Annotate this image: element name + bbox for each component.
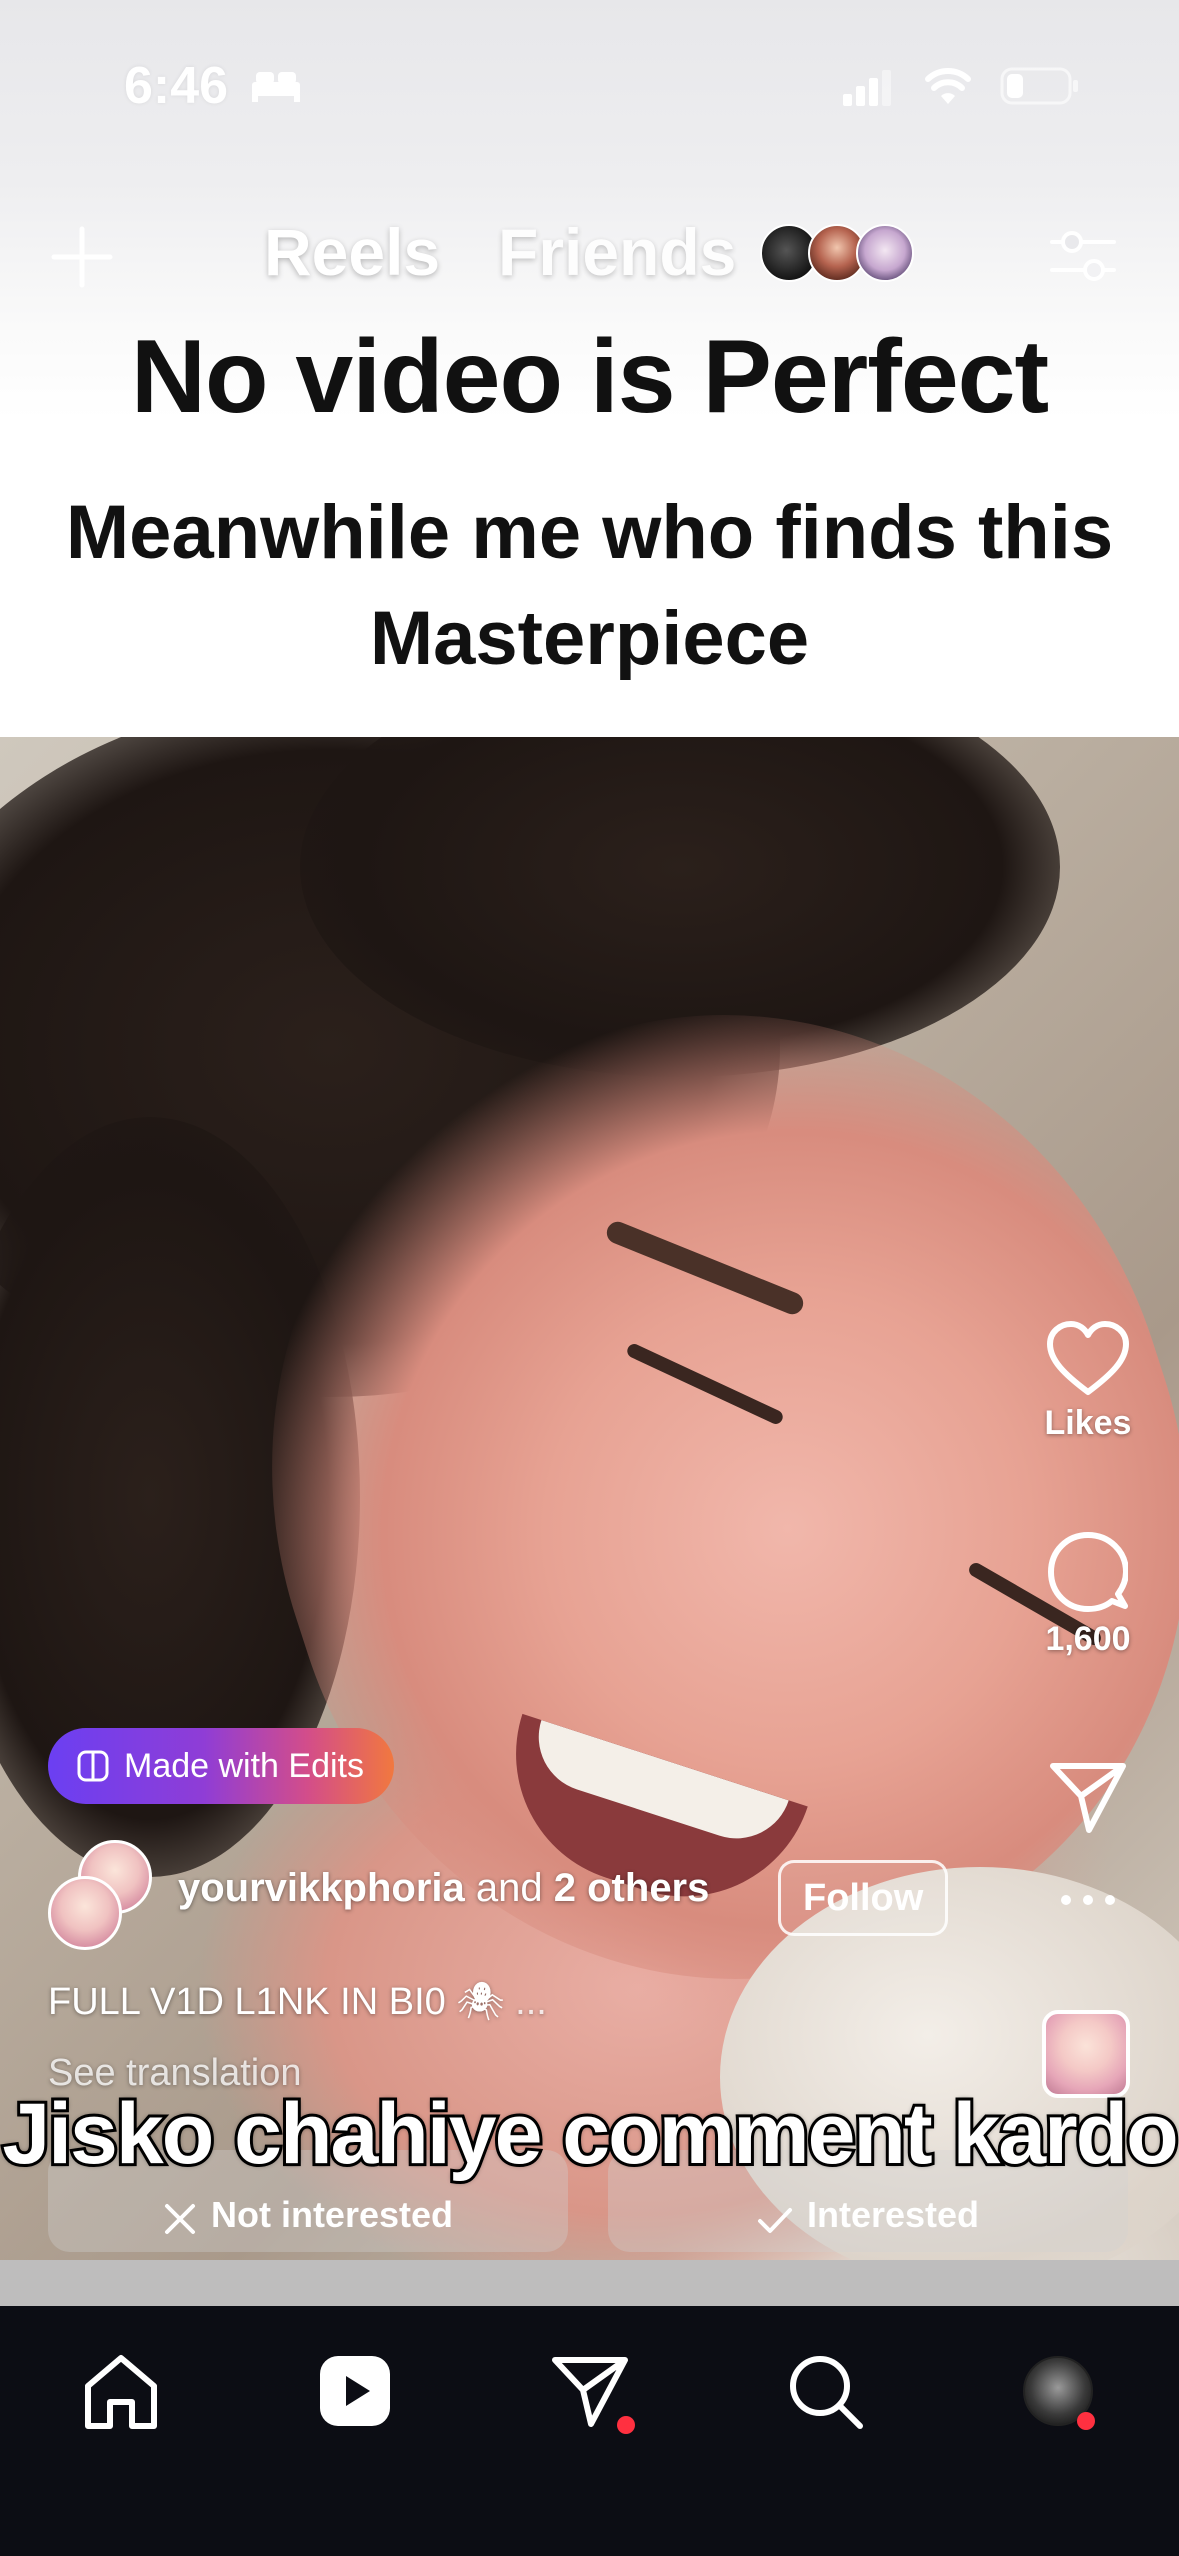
heart-icon [1047, 1321, 1129, 1395]
share-button[interactable] [1030, 1760, 1146, 1834]
reels-icon[interactable] [310, 2346, 400, 2436]
spider-emoji: 🕷 [456, 1981, 505, 2023]
author-username[interactable]: yourvikkphoria [178, 1866, 465, 1910]
edits-label: Made with Edits [124, 1746, 364, 1785]
close-icon [164, 2204, 195, 2234]
tab-reels[interactable]: Reels [264, 214, 440, 290]
comment-count: 1,600 [1045, 1620, 1131, 1658]
video-frame[interactable] [0, 737, 1179, 2260]
author-avatars[interactable] [48, 1840, 168, 1950]
status-time: 6:46 [124, 57, 229, 115]
status-bar: 6:46 [0, 0, 1179, 120]
made-with-edits-pill[interactable]: Made with Edits [48, 1728, 394, 1804]
reels-screen: No video is Perfect Meanwhile me who fin… [0, 0, 1179, 2556]
author-others[interactable]: 2 others [554, 1866, 710, 1910]
description-text: FULL V1D L1NK IN BI0 [48, 1981, 446, 2023]
sleep-focus-icon [252, 72, 300, 102]
direct-messages-button[interactable] [545, 2346, 635, 2436]
home-icon[interactable] [76, 2346, 166, 2436]
author-row: yourvikkphoria and 2 others Follow [48, 1840, 1008, 1950]
plus-icon[interactable] [50, 225, 114, 289]
wifi-icon [925, 68, 971, 104]
like-button[interactable]: Likes [1030, 1320, 1146, 1443]
check-icon [757, 2208, 792, 2233]
not-interested-label: Not interested [210, 2194, 454, 2235]
send-icon [1050, 1763, 1126, 1833]
notification-dot [617, 2416, 635, 2434]
reels-top-nav: Reels Friends [0, 200, 1179, 310]
follow-button[interactable]: Follow [778, 1860, 949, 1936]
filter-sliders-icon[interactable] [1048, 224, 1118, 288]
author-and: and [475, 1866, 543, 1910]
bottom-nav [0, 2306, 1179, 2556]
video-overlay-caption: Jisko chahiye comment kardo [0, 2083, 1179, 2185]
author-names[interactable]: yourvikkphoria and 2 others [178, 1866, 709, 1911]
tab-friends[interactable]: Friends [498, 214, 736, 290]
reel-description[interactable]: FULL V1D L1NK IN BI0 🕷 ... [48, 1980, 547, 2024]
comment-button[interactable]: 1,600 [1030, 1532, 1146, 1659]
nav-separator [0, 2260, 1179, 2306]
video-subline-line-1: Meanwhile me who finds this [65, 490, 1114, 575]
friend-avatars[interactable] [760, 224, 920, 286]
cellular-signal-icon [843, 70, 891, 106]
edits-app-icon [77, 1750, 109, 1782]
interested-label: Interested [806, 2194, 980, 2235]
avatar [48, 1876, 122, 1950]
video-subline: Meanwhile me who finds this Masterpiece [0, 480, 1179, 692]
video-headline: No video is Perfect [130, 319, 1049, 435]
description-more[interactable]: ... [515, 1981, 547, 2023]
video-subline-line-2: Masterpiece [369, 596, 810, 681]
more-options-button[interactable] [1030, 1890, 1146, 1910]
friend-avatar [856, 224, 914, 282]
comment-icon [1048, 1532, 1128, 1612]
profile-tab[interactable] [1015, 2346, 1105, 2436]
more-horizontal-icon [1061, 1895, 1115, 1905]
battery-icon [1000, 67, 1078, 105]
notification-dot [1077, 2412, 1095, 2430]
likes-label: Likes [1044, 1404, 1132, 1442]
search-icon[interactable] [780, 2346, 870, 2436]
